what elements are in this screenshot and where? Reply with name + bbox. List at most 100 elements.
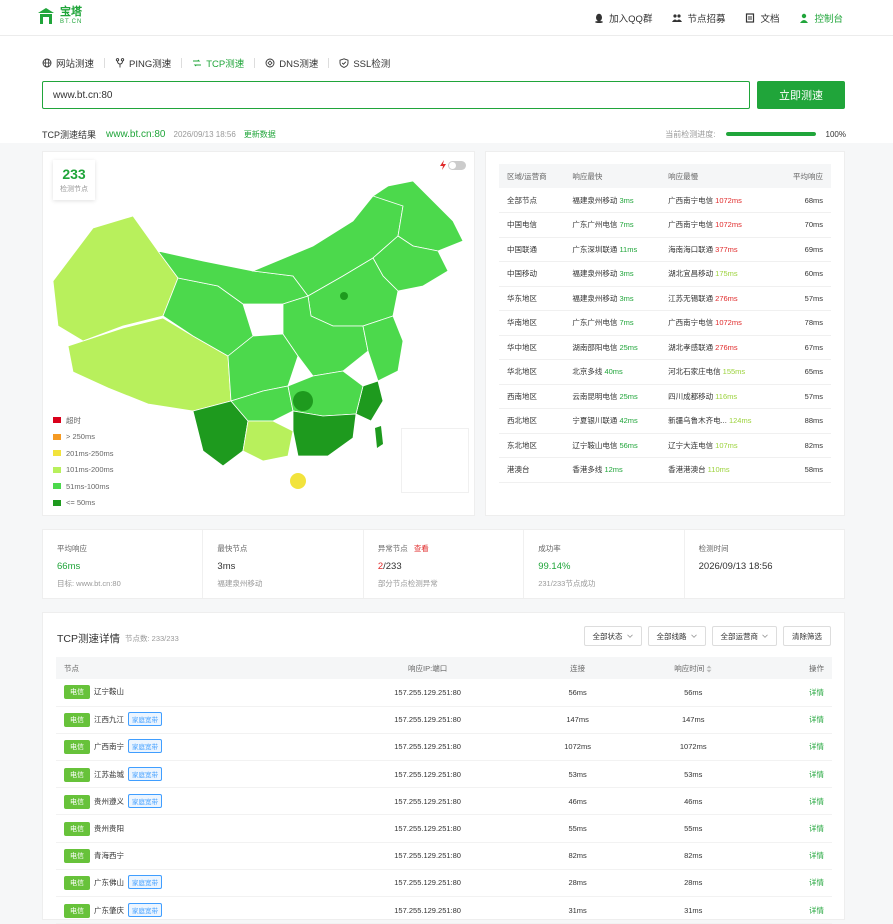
stat-label: 最快节点	[217, 544, 248, 553]
table-row: 西南地区 云南昆明电信 25ms 四川成都移动 116ms 57ms	[499, 384, 831, 409]
table-header-row: 节点 响应IP:端口 连接 响应时间 操作	[56, 657, 832, 679]
detail-link[interactable]: 详情	[809, 715, 824, 724]
ip-port-cell: 157.255.129.251:80	[328, 760, 527, 789]
fastest-node: 北京多线	[572, 367, 603, 377]
progress-bar	[725, 132, 816, 136]
filter-status-select[interactable]: 全部状态	[583, 626, 642, 646]
map-mode-toggle[interactable]	[448, 161, 466, 170]
ip-port-cell: 157.255.129.251:80	[328, 869, 527, 898]
average-cell: 69ms	[776, 237, 831, 262]
slowest-ms: 175ms	[715, 269, 738, 279]
table-row: 电信 青海西宁 157.255.129.251:80 82ms 82ms 详情	[56, 842, 832, 870]
filter-isp-select[interactable]: 全部运营商	[711, 626, 777, 646]
col-response-time[interactable]: 响应时间	[628, 657, 758, 679]
region-cell: 华中地区	[499, 335, 565, 360]
tab-website-speed[interactable]: 网站测速	[42, 56, 104, 70]
nav-qq-group[interactable]: 加入QQ群	[594, 11, 652, 25]
broadband-tag: 家庭宽带	[128, 739, 162, 754]
average-cell: 65ms	[776, 359, 831, 385]
fastest-ms: 25ms	[619, 391, 638, 401]
node-name: 辽宁鞍山	[94, 687, 124, 697]
filter-line-select[interactable]: 全部线路	[647, 626, 706, 646]
detail-link[interactable]: 详情	[809, 878, 824, 887]
latency-legend: 超时 > 250ms 201ms-250ms 101ms-200ms 51ms-100m…	[53, 414, 114, 509]
detail-link[interactable]: 详情	[809, 742, 824, 751]
average-cell: 70ms	[776, 212, 831, 238]
view-abnormal-link[interactable]: 查看	[414, 544, 429, 553]
stat-value-total: /233	[383, 561, 402, 572]
target-url-input[interactable]	[42, 81, 750, 109]
stat-sub: 231/233节点成功	[538, 579, 596, 588]
tab-ping-speed[interactable]: PING测速	[105, 56, 181, 70]
legend-label: 201ms-250ms	[66, 448, 114, 458]
clear-filters-button[interactable]: 清除筛选	[783, 626, 831, 646]
brand-logo[interactable]: 宝塔 BT.CN	[36, 6, 82, 26]
slowest-node: 湖北宜昌移动	[668, 269, 714, 279]
tcp-detail-card: TCP测速详情 节点数: 233/233 全部状态 全部线路 全部运营商 清除筛…	[42, 612, 845, 924]
link-icon	[193, 59, 202, 67]
legend-item: > 250ms	[53, 431, 114, 444]
slowest-node: 江苏无锡联通	[668, 293, 714, 303]
slowest-cell: 四川成都移动 116ms	[660, 384, 777, 409]
stat-value: 66ms	[57, 561, 81, 572]
tab-tcp-speed[interactable]: TCP测速	[182, 56, 254, 70]
connect-cell: 82ms	[526, 842, 629, 870]
detail-link[interactable]: 详情	[809, 824, 824, 833]
start-test-button[interactable]: 立即测速	[757, 81, 845, 109]
fastest-ms: 3ms	[619, 293, 634, 303]
slowest-ms: 276ms	[715, 293, 738, 303]
detail-link[interactable]: 详情	[809, 906, 824, 915]
refresh-data-link[interactable]: 更新数据	[244, 129, 276, 140]
col-action: 操作	[757, 657, 832, 679]
col-response-label: 响应时间	[674, 663, 705, 673]
nav-docs[interactable]: 文档	[745, 11, 779, 25]
slowest-node: 香港港澳台	[668, 465, 706, 475]
nav-docs-label: 文档	[760, 14, 780, 25]
slowest-cell: 海南海口联通 377ms	[660, 237, 777, 262]
response-cell: 56ms	[628, 679, 758, 707]
nav-node-recruit[interactable]: 节点招募	[672, 11, 725, 25]
node-count-label: 检测节点	[60, 186, 88, 193]
tab-dns-speed[interactable]: DNS测速	[255, 56, 328, 70]
people-icon	[672, 14, 683, 22]
detail-link[interactable]: 详情	[809, 770, 824, 779]
table-row: 电信 广西南宁 家庭宽带 157.255.129.251:80 1072ms 1072ms…	[56, 733, 832, 762]
detail-link[interactable]: 详情	[809, 688, 824, 697]
table-row: 华东地区 福建泉州移动 3ms 江苏无锡联通 276ms 57ms	[499, 286, 831, 311]
node-cell: 电信 江西九江 家庭宽带	[56, 706, 329, 734]
tab-ssl-check[interactable]: SSL检测	[329, 56, 400, 70]
slowest-cell: 广西南宁电信 1072ms	[660, 188, 777, 213]
detail-link[interactable]: 详情	[809, 797, 824, 806]
table-row: 电信 贵州贵阳 157.255.129.251:80 55ms 55ms 详情	[56, 814, 832, 843]
shield-icon	[339, 58, 349, 68]
table-row: 电信 贵州遵义 家庭宽带 157.255.129.251:80 46ms 46ms 详情	[56, 787, 832, 816]
nav-recruit-label: 节点招募	[687, 14, 726, 25]
detail-link[interactable]: 详情	[809, 851, 824, 860]
table-row: 东北地区 辽宁鞍山电信 56ms 辽宁大连电信 107ms 82ms	[499, 433, 831, 458]
broadband-tag: 家庭宽带	[128, 766, 162, 781]
node-cell: 电信 广西南宁 家庭宽带	[56, 733, 329, 762]
fastest-cell: 福建泉州移动 3ms	[564, 286, 661, 311]
fastest-node: 香港多线	[572, 465, 603, 475]
fastest-node: 云南昆明电信	[572, 391, 618, 401]
col-average: 平均响应	[776, 164, 831, 188]
book-icon	[746, 13, 755, 23]
node-name: 广东肇庆	[94, 905, 124, 915]
top-bar: 宝塔 BT.CN 加入QQ群 节点招募 文档 控制台	[0, 0, 893, 36]
legend-swatch	[53, 450, 61, 457]
action-cell: 详情	[757, 814, 832, 843]
slowest-node: 辽宁大连电信	[668, 440, 714, 450]
slowest-cell: 广西南宁电信 1072ms	[660, 310, 777, 336]
nav-console[interactable]: 控制台	[799, 11, 843, 25]
response-cell: 82ms	[628, 842, 758, 870]
node-name: 江苏盐城	[94, 769, 124, 779]
slowest-cell: 江苏无锡联通 276ms	[660, 286, 777, 311]
table-row: 中国移动 福建泉州移动 3ms 湖北宜昌移动 175ms 60ms	[499, 261, 831, 287]
table-header-row: 区域/运营商 响应最快 响应最慢 平均响应	[499, 164, 831, 188]
progress-percent: 100%	[825, 129, 846, 139]
slowest-node: 广西南宁电信	[668, 195, 714, 205]
detail-node-count: 节点数: 233/233	[125, 634, 179, 643]
stat-abnormal-nodes: 异常节点 查看 2/233 部分节点检测异常	[364, 530, 525, 598]
table-row: 华南地区 广东广州电信 7ms 广西南宁电信 1072ms 78ms	[499, 310, 831, 336]
action-cell: 详情	[757, 733, 832, 762]
